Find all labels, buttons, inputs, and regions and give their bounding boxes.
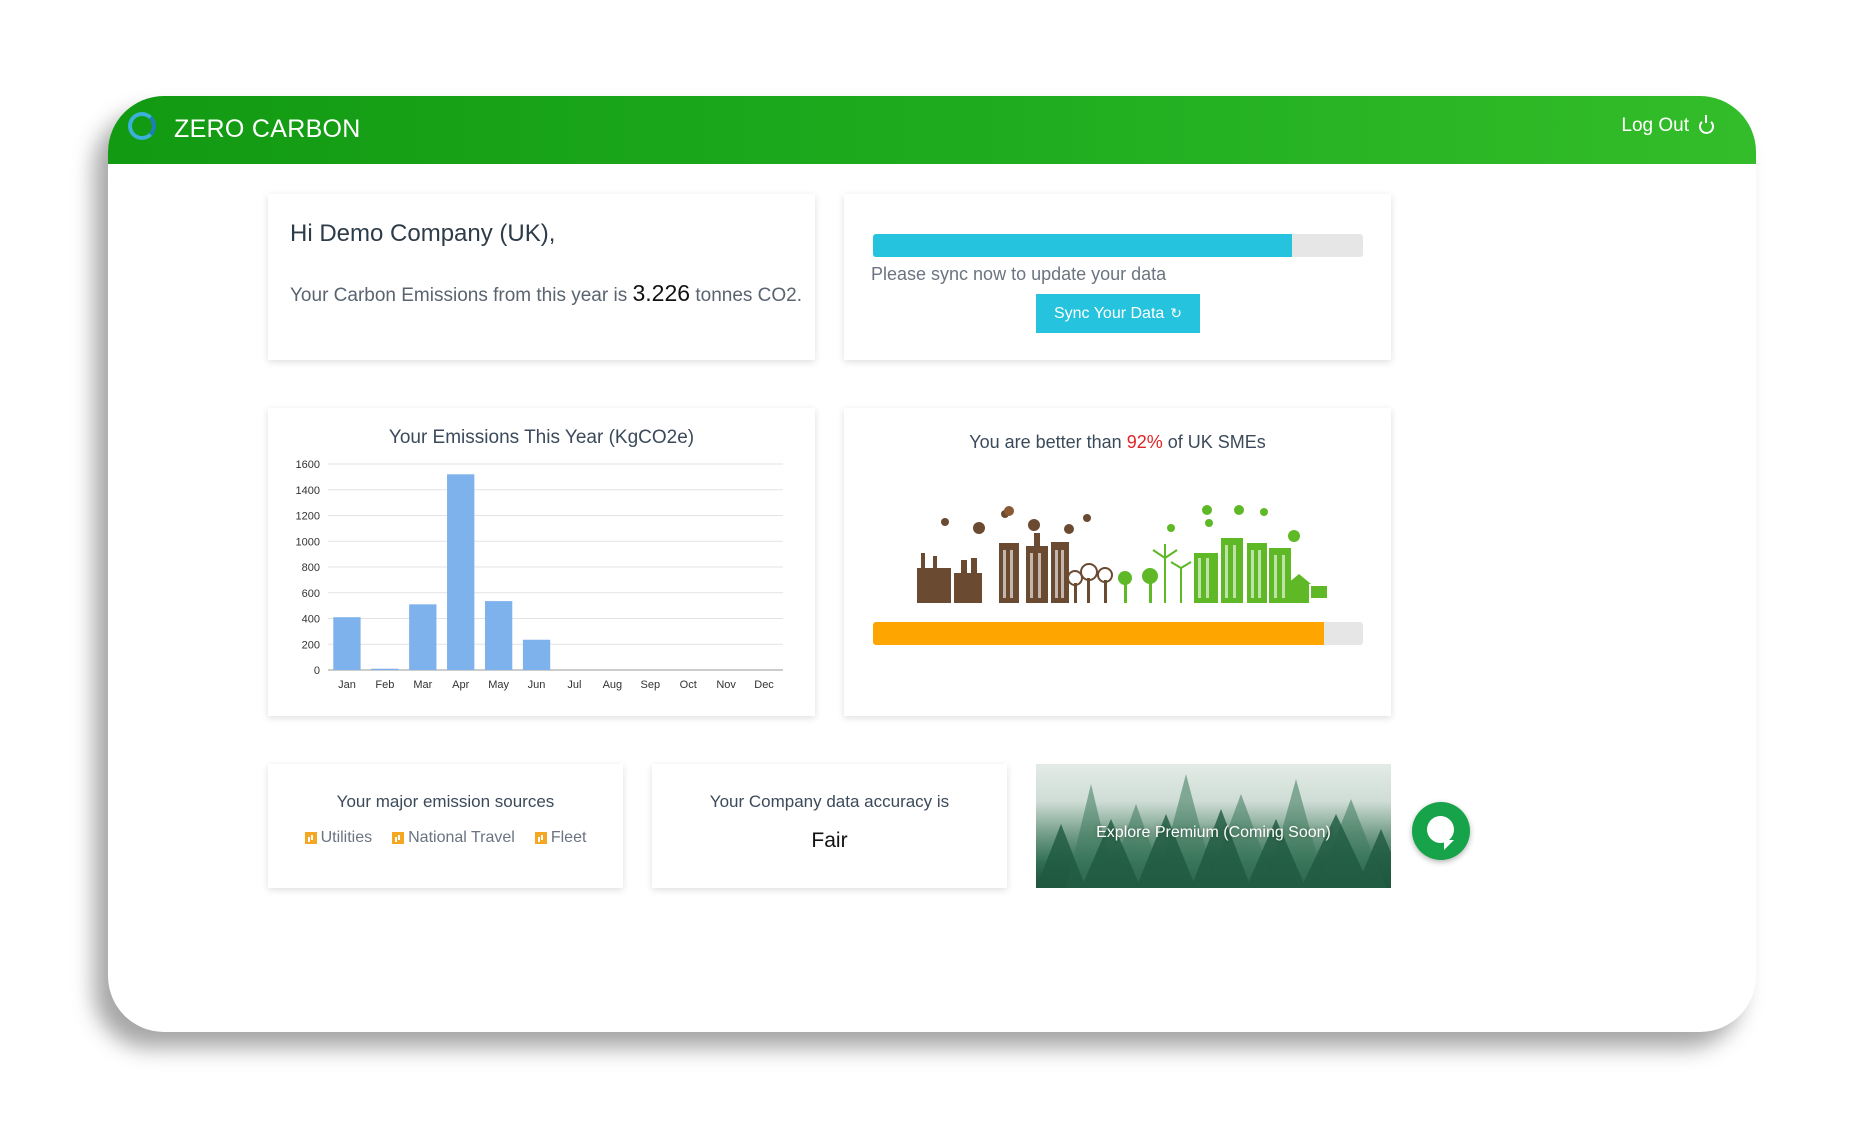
source-label: Utilities xyxy=(320,829,373,846)
chart-bar xyxy=(484,601,513,670)
emissions-prefix: Your Carbon Emissions from this year is xyxy=(290,285,628,306)
x-tick-label: Aug xyxy=(603,679,623,691)
y-tick-label: 600 xyxy=(302,588,320,600)
emissions-value: 3.226 xyxy=(632,280,691,306)
x-tick-label: Jul xyxy=(567,679,581,691)
bar-chart-icon xyxy=(304,832,317,844)
app-window: ZERO CARBON Log Out Hi Demo Company (UK)… xyxy=(108,96,1756,1032)
power-icon xyxy=(1699,114,1714,134)
x-tick-label: Apr xyxy=(452,679,469,691)
data-accuracy-card: Your Company data accuracy is Fair xyxy=(652,764,1007,888)
y-tick-label: 400 xyxy=(302,614,320,626)
accuracy-title: Your Company data accuracy is xyxy=(709,792,950,811)
emission-sources-card: Your major emission sources Utilities Na… xyxy=(268,764,623,888)
comparison-prefix: You are better than xyxy=(969,432,1122,452)
chart-bar xyxy=(409,604,437,670)
comparison-card: You are better than 92% of UK SMEs xyxy=(844,408,1391,716)
y-tick-label: 1200 xyxy=(296,511,320,523)
accuracy-value: Fair xyxy=(811,829,848,852)
chat-icon xyxy=(1427,816,1454,850)
x-tick-label: May xyxy=(488,679,509,691)
y-tick-label: 800 xyxy=(302,562,320,574)
chat-button[interactable] xyxy=(1412,802,1470,860)
sync-button-label: Sync Your Data xyxy=(1053,304,1165,322)
sync-data-button[interactable]: Sync Your Data ↻ xyxy=(1036,294,1200,333)
chart-bar xyxy=(371,668,399,670)
explore-premium-card[interactable]: Explore Premium (Coming Soon) xyxy=(1036,764,1391,888)
x-tick-label: Mar xyxy=(413,679,432,691)
comparison-progress-fill xyxy=(873,622,1324,645)
sources-list: Utilities National Travel Fleet xyxy=(268,829,623,847)
comparison-title: You are better than 92% of UK SMEs xyxy=(844,432,1391,453)
top-navbar: ZERO CARBON Log Out xyxy=(108,96,1756,164)
source-item-national-travel: National Travel xyxy=(392,829,515,847)
y-tick-label: 1400 xyxy=(296,485,320,497)
premium-label: Explore Premium (Coming Soon) xyxy=(1096,824,1331,841)
emissions-chart-card: Your Emissions This Year (KgCO2e) 0 200 40… xyxy=(268,408,815,716)
x-tick-label: Oct xyxy=(680,679,697,691)
x-tick-label: Dec xyxy=(754,679,774,691)
source-item-utilities: Utilities xyxy=(304,829,373,847)
chart-bar xyxy=(522,639,551,670)
logout-label: Log Out xyxy=(1621,115,1689,136)
sync-card: Please sync now to update your data Sync… xyxy=(844,194,1391,360)
brand-name: ZERO CARBON xyxy=(174,115,361,143)
logout-button[interactable]: Log Out xyxy=(1621,114,1714,137)
zero-carbon-logo-icon xyxy=(128,112,156,140)
sync-progress-bar xyxy=(873,234,1363,257)
y-tick-label: 1600 xyxy=(296,459,320,471)
y-tick-label: 0 xyxy=(314,665,320,677)
y-tick-label: 200 xyxy=(302,639,320,651)
source-item-fleet: Fleet xyxy=(534,829,587,847)
greeting-card: Hi Demo Company (UK), Your Carbon Emissi… xyxy=(268,194,815,360)
comparison-suffix: of UK SMEs xyxy=(1167,432,1266,452)
x-tick-label: Jan xyxy=(338,679,356,691)
sync-note: Please sync now to update your data xyxy=(871,264,1167,284)
greeting-title: Hi Demo Company (UK), xyxy=(290,220,556,247)
comparison-progress-bar xyxy=(873,622,1363,645)
chart-bar xyxy=(447,474,475,670)
x-tick-label: Nov xyxy=(716,679,736,691)
emissions-unit: tonnes CO2. xyxy=(695,285,803,306)
refresh-icon: ↻ xyxy=(1170,305,1183,321)
bar-chart-icon xyxy=(534,832,547,844)
bar-chart-icon xyxy=(392,832,405,844)
y-tick-label: 1000 xyxy=(296,536,320,548)
sources-title: Your major emission sources xyxy=(336,792,555,811)
comparison-percent: 92% xyxy=(1126,432,1163,452)
x-tick-label: Sep xyxy=(641,679,661,691)
x-tick-label: Feb xyxy=(375,679,394,691)
sync-progress-fill xyxy=(873,234,1292,257)
x-tick-label: Jun xyxy=(528,679,546,691)
source-label: Fleet xyxy=(550,829,587,846)
source-label: National Travel xyxy=(408,829,515,846)
emissions-summary: Your Carbon Emissions from this year is … xyxy=(290,280,802,307)
emissions-bar-chart: 0 200 400 600 800 1000 1200 1400 1600 Jan Feb Mar Ap… xyxy=(296,459,783,691)
city-pollution-to-green-icon xyxy=(917,505,1327,603)
chart-bar xyxy=(333,617,361,670)
